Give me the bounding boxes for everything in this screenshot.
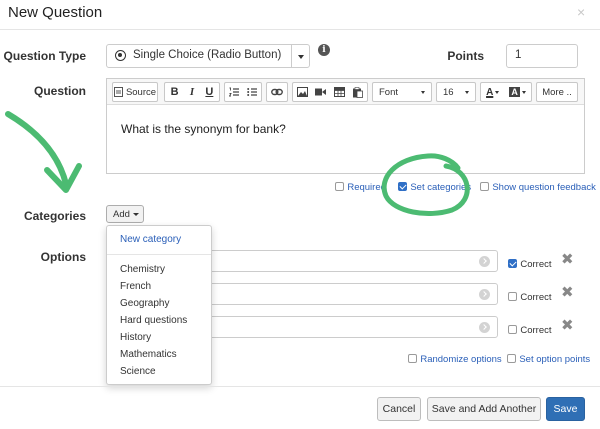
link-icon xyxy=(271,88,283,96)
delete-option-icon[interactable]: ✖ xyxy=(561,316,574,334)
show-feedback-checkbox[interactable]: Show question feedback xyxy=(480,179,596,193)
table-icon[interactable] xyxy=(333,87,345,97)
radio-button-icon xyxy=(115,50,126,61)
delete-option-icon[interactable]: ✖ xyxy=(561,250,574,268)
dialog-title: New Question xyxy=(8,4,103,21)
categories-dropdown: New category Chemistry French Geography … xyxy=(106,225,212,385)
correct-check-2[interactable] xyxy=(508,292,517,301)
question-type-select[interactable]: Single Choice (Radio Button) xyxy=(106,44,310,68)
question-editor[interactable]: Source B I U Font 16 A A More .. What is… xyxy=(106,78,585,174)
delete-option-icon[interactable]: ✖ xyxy=(561,283,574,301)
chevron-down-icon xyxy=(421,91,425,94)
clear-option-icon[interactable] xyxy=(479,322,490,333)
list-group xyxy=(224,82,262,102)
italic-button[interactable]: I xyxy=(190,86,194,98)
show-feedback-label: Show question feedback xyxy=(492,182,596,193)
required-label: Required xyxy=(347,182,386,193)
annotation-arrowhead-icon xyxy=(44,163,82,193)
source-icon xyxy=(113,87,123,97)
correct-check-1[interactable] xyxy=(508,259,517,268)
paste-icon[interactable] xyxy=(352,86,364,98)
text-color-button[interactable]: A xyxy=(486,86,500,98)
color-group: A A xyxy=(480,82,532,102)
footer-divider xyxy=(0,386,600,387)
set-categories-checkbox[interactable]: Set categories xyxy=(398,179,471,193)
categories-label: Categories xyxy=(23,209,86,223)
video-icon[interactable] xyxy=(315,88,327,96)
more-label: More .. xyxy=(542,86,572,98)
insert-group xyxy=(292,82,368,102)
chevron-down-icon xyxy=(495,90,500,94)
correct-label-3: Correct xyxy=(520,325,552,336)
show-feedback-check[interactable] xyxy=(480,182,489,191)
source-label: Source xyxy=(125,86,157,98)
correct-check-3[interactable] xyxy=(508,325,517,334)
numbered-list-icon[interactable] xyxy=(229,87,239,97)
bulleted-list-icon[interactable] xyxy=(247,87,257,97)
category-item-hard-questions[interactable]: Hard questions xyxy=(120,315,187,326)
question-type-value: Single Choice (Radio Button) xyxy=(133,49,282,61)
new-category-item[interactable]: New category xyxy=(120,234,181,245)
question-label: Question xyxy=(33,84,86,98)
correct-label-2: Correct xyxy=(520,292,552,303)
add-button-label: Add xyxy=(113,209,130,220)
category-item-geography[interactable]: Geography xyxy=(120,298,169,309)
cancel-button[interactable]: Cancel xyxy=(377,397,421,421)
clear-option-icon[interactable] xyxy=(479,289,490,300)
clear-option-icon[interactable] xyxy=(479,256,490,267)
font-select[interactable]: Font xyxy=(372,82,432,102)
background-color-button[interactable]: A xyxy=(509,87,526,97)
set-categories-label: Set categories xyxy=(410,182,472,193)
question-text[interactable]: What is the synonym for bank? xyxy=(121,122,286,136)
set-points-label: Set option points xyxy=(519,354,591,365)
chevron-down-icon xyxy=(465,91,469,94)
correct-checkbox-2[interactable]: Correct xyxy=(508,289,552,303)
annotation-arrow-icon xyxy=(5,111,69,187)
background-color-icon: A xyxy=(509,87,520,97)
randomize-label: Randomize options xyxy=(420,354,502,365)
dropdown-divider xyxy=(107,254,211,255)
text-color-icon: A xyxy=(486,86,494,98)
text-format-group: B I U xyxy=(164,82,220,102)
source-button[interactable]: Source xyxy=(112,82,158,102)
close-icon[interactable]: × xyxy=(577,4,585,20)
correct-checkbox-1[interactable]: Correct xyxy=(508,256,552,270)
save-button[interactable]: Save xyxy=(546,397,585,421)
chevron-down-icon xyxy=(521,90,526,94)
required-check[interactable] xyxy=(335,182,344,191)
info-icon[interactable]: i xyxy=(318,44,330,56)
randomize-checkbox[interactable]: Randomize options xyxy=(408,351,502,365)
more-button[interactable]: More .. xyxy=(536,82,578,102)
question-type-label: Question Type xyxy=(3,49,86,63)
chevron-down-icon xyxy=(133,213,139,216)
link-button[interactable] xyxy=(266,82,288,102)
set-categories-check[interactable] xyxy=(398,182,407,191)
add-category-button[interactable]: Add xyxy=(106,205,144,223)
category-item-mathematics[interactable]: Mathematics xyxy=(120,349,177,360)
font-label: Font xyxy=(379,86,399,98)
category-item-chemistry[interactable]: Chemistry xyxy=(120,264,165,275)
category-item-history[interactable]: History xyxy=(120,332,151,343)
category-item-french[interactable]: French xyxy=(120,281,151,292)
correct-checkbox-3[interactable]: Correct xyxy=(508,322,552,336)
required-checkbox[interactable]: Required xyxy=(335,179,386,193)
options-label: Options xyxy=(40,250,86,264)
correct-label-1: Correct xyxy=(520,259,552,270)
set-points-checkbox[interactable]: Set option points xyxy=(507,351,590,365)
randomize-check[interactable] xyxy=(408,354,417,363)
points-input[interactable]: 1 xyxy=(506,44,578,68)
bold-button[interactable]: B xyxy=(171,86,179,98)
header-divider xyxy=(0,29,600,30)
underline-button[interactable]: U xyxy=(205,86,213,98)
image-icon[interactable] xyxy=(296,87,308,97)
editor-toolbar: Source B I U Font 16 A A More .. xyxy=(107,79,584,105)
points-label: Points xyxy=(447,49,484,63)
save-and-add-another-button[interactable]: Save and Add Another xyxy=(427,397,541,421)
category-item-science[interactable]: Science xyxy=(120,366,156,377)
chevron-down-icon[interactable] xyxy=(298,55,304,59)
font-size-select[interactable]: 16 xyxy=(436,82,476,102)
set-points-check[interactable] xyxy=(507,354,516,363)
font-size-value: 16 xyxy=(443,86,454,98)
